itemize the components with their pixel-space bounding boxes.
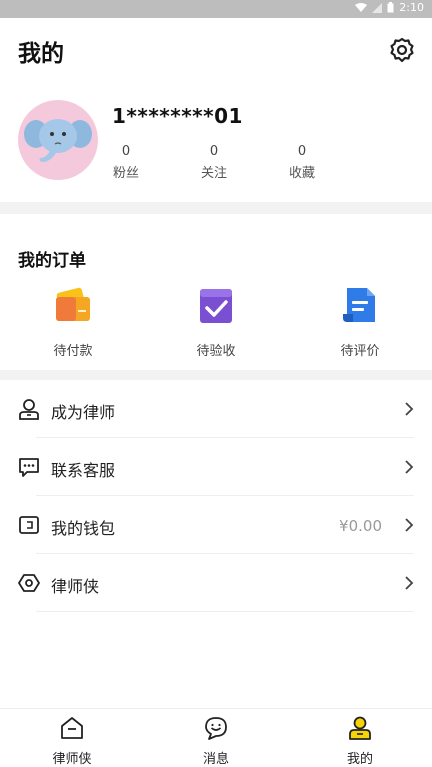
section-divider <box>0 202 432 214</box>
menu-label: 我的钱包 <box>51 519 116 538</box>
tab-messages[interactable]: 消息 <box>176 715 256 767</box>
tab-home[interactable]: 律师侠 <box>32 715 112 767</box>
tab-label: 律师侠 <box>52 752 92 767</box>
menu-item-become-lawyer[interactable]: 成为律师 <box>0 380 432 438</box>
wallet-card-icon <box>56 287 90 321</box>
menu-item-customer-service[interactable]: 联系客服 <box>0 438 432 496</box>
chevron-right-icon <box>405 402 414 416</box>
menu-list: 成为律师 联系客服 我的钱包 ¥0.00 律师侠 <box>0 380 432 612</box>
stat-fans[interactable]: 0 粉丝 <box>96 144 156 181</box>
person-icon <box>19 399 39 420</box>
stat-label: 收藏 <box>288 166 315 181</box>
bottom-tab-bar: 律师侠 消息 我的 <box>0 708 432 767</box>
order-pending-review[interactable]: 待评价 <box>310 284 410 359</box>
stat-following[interactable]: 0 关注 <box>184 144 244 181</box>
elephant-avatar-icon <box>24 119 92 162</box>
order-label: 待付款 <box>53 344 93 359</box>
status-bar: 2:10 <box>0 0 432 18</box>
document-icon <box>343 288 375 322</box>
stat-favorites[interactable]: 0 收藏 <box>272 144 332 181</box>
menu-item-lawyer-hero[interactable]: 律师侠 <box>0 554 432 612</box>
chevron-right-icon <box>405 518 414 532</box>
checkbox-icon <box>200 289 232 323</box>
battery-icon <box>387 2 394 13</box>
menu-label: 律师侠 <box>51 577 100 596</box>
chat-icon <box>19 458 39 477</box>
tab-profile[interactable]: 我的 <box>320 715 400 767</box>
menu-label: 联系客服 <box>51 461 116 480</box>
stat-value: 0 <box>297 144 307 159</box>
wallet-balance: ¥0.00 <box>339 517 382 535</box>
stat-label: 关注 <box>200 166 227 181</box>
avatar[interactable] <box>18 100 98 180</box>
wallet-icon <box>19 516 39 534</box>
tab-label: 消息 <box>202 752 229 767</box>
chevron-right-icon <box>405 460 414 474</box>
hexagon-icon <box>18 574 40 592</box>
orders-section: 我的订单 待付款 待验收 待评价 <box>0 214 432 370</box>
username: 1********01 <box>112 104 243 128</box>
home-icon <box>61 717 83 739</box>
header: 我的 <box>0 18 432 80</box>
profile-section: 1********01 0 粉丝 0 关注 0 收藏 <box>0 80 432 202</box>
order-pending-acceptance[interactable]: 待验收 <box>166 284 266 359</box>
menu-item-wallet[interactable]: 我的钱包 ¥0.00 <box>0 496 432 554</box>
chevron-right-icon <box>405 576 414 590</box>
divider <box>36 611 414 612</box>
profile-icon <box>349 716 371 740</box>
wifi-icon <box>355 2 368 12</box>
page-title: 我的 <box>18 41 64 67</box>
status-time: 2:10 <box>399 1 424 14</box>
signal-icon <box>372 2 383 13</box>
orders-title: 我的订单 <box>18 251 86 271</box>
stat-value: 0 <box>209 144 219 159</box>
order-label: 待评价 <box>340 344 380 359</box>
order-label: 待验收 <box>196 344 236 359</box>
order-pending-payment[interactable]: 待付款 <box>23 284 123 359</box>
gear-icon[interactable] <box>388 36 416 64</box>
stat-label: 粉丝 <box>112 166 139 181</box>
stat-value: 0 <box>121 144 131 159</box>
menu-label: 成为律师 <box>51 403 116 422</box>
message-icon <box>205 717 227 740</box>
section-divider <box>0 370 432 380</box>
tab-label: 我的 <box>346 752 373 767</box>
